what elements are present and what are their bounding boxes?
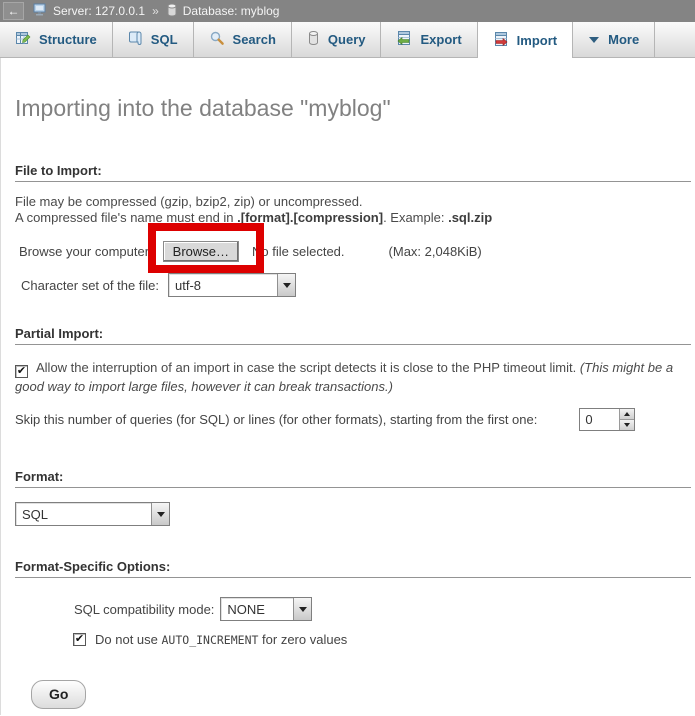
- breadcrumb-database[interactable]: Database: myblog: [183, 4, 280, 18]
- up-arrow-icon: [624, 412, 630, 416]
- compat-dropdown-button[interactable]: [293, 598, 311, 620]
- skip-queries-stepper[interactable]: [579, 408, 635, 431]
- tab-export[interactable]: Export: [381, 22, 477, 57]
- charset-label: Character set of the file:: [21, 278, 159, 293]
- tab-label: Search: [233, 32, 276, 47]
- file-hint-text: File may be compressed (gzip, bzip2, zip…: [15, 194, 681, 226]
- export-icon: [396, 30, 412, 49]
- tab-import[interactable]: Import: [478, 22, 573, 58]
- charset-dropdown-button[interactable]: [277, 274, 295, 296]
- stepper-up-button[interactable]: [620, 409, 634, 419]
- tab-label: SQL: [151, 32, 178, 47]
- breadcrumb-bar: ← Server: 127.0.0.1 » Database: myblog: [0, 0, 695, 22]
- section-heading-format: Format:: [15, 469, 691, 488]
- breadcrumb-separator: »: [152, 4, 159, 18]
- section-heading-format-options: Format-Specific Options:: [15, 559, 691, 578]
- back-arrow-icon: ←: [8, 5, 20, 17]
- tab-query[interactable]: Query: [292, 22, 382, 57]
- sql-compatibility-value: NONE: [221, 598, 293, 620]
- search-icon: [209, 30, 225, 49]
- format-select[interactable]: SQL: [15, 502, 170, 526]
- tab-label: Export: [420, 32, 461, 47]
- skip-queries-input[interactable]: [580, 409, 619, 430]
- allow-interruption-checkbox[interactable]: ✔: [15, 365, 28, 378]
- stepper-down-button[interactable]: [620, 419, 634, 430]
- tab-label: Structure: [39, 32, 97, 47]
- format-selected-value: SQL: [16, 503, 151, 525]
- breadcrumb-server[interactable]: Server: 127.0.0.1: [53, 4, 145, 18]
- browse-label: Browse your computer:: [19, 244, 153, 259]
- dropdown-arrow-icon: [299, 607, 307, 612]
- charset-row: Character set of the file: utf-8: [21, 273, 681, 297]
- database-icon: [166, 3, 178, 20]
- page-title: Importing into the database "myblog": [15, 58, 681, 122]
- auto-increment-label: Do not use AUTO_INCREMENT for zero value…: [95, 632, 347, 647]
- go-button[interactable]: Go: [31, 680, 86, 709]
- tab-sql[interactable]: SQL: [113, 22, 194, 57]
- no-file-selected-text: No file selected.: [252, 244, 345, 259]
- dropdown-arrow-icon: [157, 512, 165, 517]
- tab-more[interactable]: More: [573, 22, 655, 57]
- server-icon: [33, 3, 48, 20]
- charset-select[interactable]: utf-8: [168, 273, 296, 297]
- query-icon: [307, 30, 320, 49]
- max-upload-size: (Max: 2,048KiB): [389, 244, 482, 259]
- skip-queries-label: Skip this number of queries (for SQL) or…: [15, 412, 537, 427]
- format-dropdown-button[interactable]: [151, 503, 169, 525]
- down-arrow-icon: [624, 423, 630, 427]
- file-hint-line1: File may be compressed (gzip, bzip2, zip…: [15, 194, 681, 210]
- file-hint-line2: A compressed file's name must end in .[f…: [15, 210, 681, 226]
- browse-button[interactable]: Browse…: [163, 241, 239, 262]
- dropdown-arrow-icon: [283, 283, 291, 288]
- sql-compatibility-row: SQL compatibility mode: NONE: [74, 597, 681, 621]
- charset-selected-value: utf-8: [169, 274, 277, 296]
- stepper-buttons: [619, 409, 634, 430]
- tab-search[interactable]: Search: [194, 22, 292, 57]
- auto-increment-checkbox[interactable]: ✔: [73, 633, 86, 646]
- import-icon: [493, 31, 509, 50]
- auto-increment-row: ✔ Do not use AUTO_INCREMENT for zero val…: [73, 632, 681, 646]
- browse-row: Browse your computer: Browse… No file se…: [19, 240, 681, 263]
- skip-queries-row: Skip this number of queries (for SQL) or…: [15, 408, 681, 431]
- tab-structure[interactable]: Structure: [0, 22, 113, 57]
- tab-label: Query: [328, 32, 366, 47]
- allow-interruption-row: ✔ Allow the interruption of an import in …: [15, 359, 681, 396]
- sql-compatibility-label: SQL compatibility mode:: [74, 602, 214, 617]
- sql-compatibility-select[interactable]: NONE: [220, 597, 312, 621]
- sql-icon: [128, 30, 143, 49]
- allow-interruption-label: Allow the interruption of an import in c…: [36, 360, 580, 375]
- tab-label: More: [608, 32, 639, 47]
- tab-bar: Structure SQL Search Query: [0, 22, 695, 58]
- back-arrow-button[interactable]: ←: [3, 2, 24, 20]
- import-page: Importing into the database "myblog" Fil…: [0, 58, 695, 715]
- section-heading-partial-import: Partial Import:: [15, 326, 691, 345]
- chevron-down-icon: [588, 32, 600, 47]
- tab-label: Import: [517, 33, 557, 48]
- structure-icon: [15, 30, 31, 49]
- section-heading-file-to-import: File to Import:: [15, 163, 691, 182]
